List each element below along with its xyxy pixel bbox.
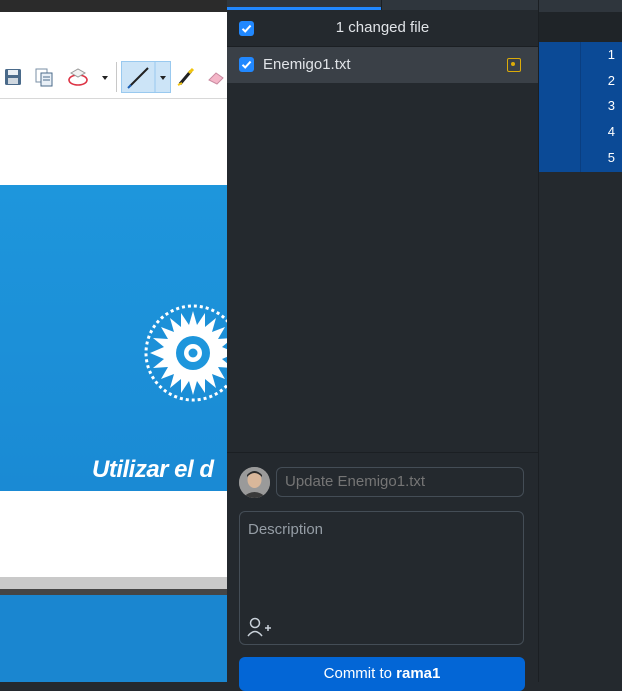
file-name: Enemigo1.txt xyxy=(263,56,351,73)
changes-panel: 1 changed file Enemigo1.txt Description xyxy=(227,0,539,691)
commit-branch-name: rama1 xyxy=(396,665,441,682)
select-all-checkbox[interactable] xyxy=(239,21,254,36)
commit-summary-input[interactable] xyxy=(276,467,524,497)
eraser-icon[interactable] xyxy=(206,67,226,87)
description-placeholder: Description xyxy=(248,521,324,538)
diff-view: 1 2 3 4 5 xyxy=(539,0,622,682)
changes-header: 1 changed file xyxy=(227,10,538,47)
commit-description-field[interactable]: Description xyxy=(239,511,524,645)
line-number[interactable]: 2 xyxy=(539,73,615,88)
document-viewer: Utilizar el d xyxy=(0,0,227,682)
highlighter-icon[interactable] xyxy=(176,67,196,87)
file-checkbox[interactable] xyxy=(239,57,254,72)
emblem-seal-icon xyxy=(143,303,227,403)
pen-tool-button[interactable] xyxy=(121,61,171,93)
annotate-icon[interactable] xyxy=(67,67,88,87)
line-number[interactable]: 5 xyxy=(539,150,615,165)
tab-divider xyxy=(381,0,382,10)
banner-heading: Utilizar el d xyxy=(92,456,214,483)
changed-files-count: 1 changed file xyxy=(335,19,430,36)
commit-button-prefix: Commit to xyxy=(323,665,397,682)
panel-tabs xyxy=(227,0,538,10)
modified-icon xyxy=(507,58,521,72)
document-page-bottom xyxy=(0,595,227,682)
file-list-item[interactable]: Enemigo1.txt xyxy=(227,47,538,83)
commit-button[interactable]: Commit to rama1 xyxy=(239,657,525,691)
viewer-toolbar xyxy=(0,58,227,99)
avatar xyxy=(239,467,270,498)
viewer-scroll-strip xyxy=(0,577,227,589)
diff-file-header xyxy=(539,12,622,42)
viewer-title-strip xyxy=(0,0,227,12)
copy-icon[interactable] xyxy=(34,67,54,87)
add-coauthor-icon[interactable] xyxy=(246,616,272,638)
chevron-down-icon[interactable] xyxy=(100,67,110,87)
diff-top-strip xyxy=(539,0,622,12)
line-number[interactable]: 3 xyxy=(539,98,615,113)
toolbar-separator xyxy=(116,62,117,92)
save-icon[interactable] xyxy=(3,67,23,87)
commit-form: Description Commit to rama1 xyxy=(227,452,538,691)
line-number[interactable]: 4 xyxy=(539,124,615,139)
line-number[interactable]: 1 xyxy=(539,47,615,62)
